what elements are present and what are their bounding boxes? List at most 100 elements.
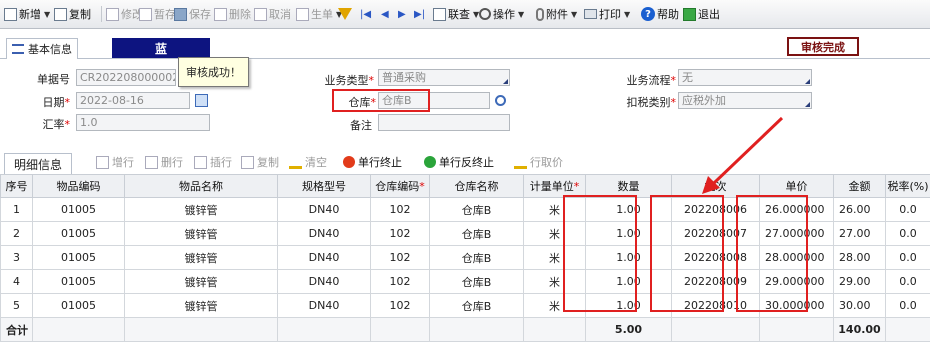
insert-row-button[interactable]: 插行 bbox=[194, 154, 232, 170]
col-header[interactable]: 计量单位* bbox=[524, 175, 586, 198]
first-record-button[interactable]: |◀ bbox=[360, 5, 371, 23]
help-button[interactable]: ?帮助 bbox=[641, 5, 679, 23]
exit-button[interactable]: 退出 bbox=[683, 5, 720, 23]
delete-button[interactable]: 删除 bbox=[214, 5, 251, 23]
save-button[interactable]: 保存 bbox=[174, 5, 211, 23]
col-header[interactable]: 规格型号 bbox=[278, 175, 371, 198]
cell-item-code[interactable]: 01005 bbox=[33, 294, 125, 318]
cell-warehouse-code[interactable]: 102 bbox=[371, 294, 430, 318]
cell-quantity[interactable]: 1.00 bbox=[586, 294, 672, 318]
cell-amount[interactable]: 29.00 bbox=[834, 270, 886, 294]
copy-row-button[interactable]: 复制 bbox=[241, 154, 279, 170]
col-header[interactable]: 序号 bbox=[1, 175, 33, 198]
fetch-price-button[interactable]: 行取价 bbox=[514, 154, 563, 170]
cell-tax-rate[interactable]: 0.0 bbox=[886, 246, 930, 270]
cell-amount[interactable]: 30.00 bbox=[834, 294, 886, 318]
cell-batch[interactable]: 202208008 bbox=[672, 246, 760, 270]
cell-item-name[interactable]: 镀锌管 bbox=[125, 294, 278, 318]
cell-tax-rate[interactable]: 0.0 bbox=[886, 198, 930, 222]
table-row[interactable]: 501005镀锌管DN40102仓库B米1.0020220801030.0000… bbox=[1, 294, 930, 318]
cell-row-no[interactable]: 2 bbox=[1, 222, 33, 246]
cell-batch[interactable]: 202208007 bbox=[672, 222, 760, 246]
cell-unit-price[interactable]: 30.000000 bbox=[760, 294, 834, 318]
print-button[interactable]: 打印▼ bbox=[584, 5, 630, 23]
cell-batch[interactable]: 202208006 bbox=[672, 198, 760, 222]
cell-row-no[interactable]: 5 bbox=[1, 294, 33, 318]
flow-select[interactable]: 无 bbox=[678, 69, 812, 86]
cell-warehouse-code[interactable]: 102 bbox=[371, 222, 430, 246]
table-row[interactable]: 301005镀锌管DN40102仓库B米1.0020220800828.0000… bbox=[1, 246, 930, 270]
cell-warehouse-code[interactable]: 102 bbox=[371, 270, 430, 294]
tab-basic-info[interactable]: 基本信息 bbox=[6, 38, 78, 59]
add-row-button[interactable]: 增行 bbox=[96, 154, 134, 170]
new-button[interactable]: 新增▼ bbox=[4, 5, 50, 23]
cell-spec[interactable]: DN40 bbox=[278, 222, 371, 246]
col-header[interactable]: 单价 bbox=[760, 175, 834, 198]
cell-warehouse-code[interactable]: 102 bbox=[371, 246, 430, 270]
cell-item-name[interactable]: 镀锌管 bbox=[125, 198, 278, 222]
col-header[interactable]: 仓库名称 bbox=[430, 175, 524, 198]
modify-button[interactable]: 修改 bbox=[106, 5, 143, 23]
rate-field[interactable]: 1.0 bbox=[76, 114, 210, 131]
cell-amount[interactable]: 27.00 bbox=[834, 222, 886, 246]
col-header[interactable]: 仓库编码* bbox=[371, 175, 430, 198]
cell-item-code[interactable]: 01005 bbox=[33, 270, 125, 294]
cell-item-code[interactable]: 01005 bbox=[33, 246, 125, 270]
col-header[interactable]: 批次 bbox=[672, 175, 760, 198]
terminate-row-button[interactable]: 单行终止 bbox=[343, 154, 402, 170]
cell-batch[interactable]: 202208009 bbox=[672, 270, 760, 294]
cell-item-name[interactable]: 镀锌管 bbox=[125, 246, 278, 270]
cell-unit[interactable]: 米 bbox=[524, 246, 586, 270]
cell-amount[interactable]: 28.00 bbox=[834, 246, 886, 270]
cell-unit[interactable]: 米 bbox=[524, 222, 586, 246]
cell-warehouse-name[interactable]: 仓库B bbox=[430, 270, 524, 294]
cell-tax-rate[interactable]: 0.0 bbox=[886, 222, 930, 246]
search-icon[interactable] bbox=[494, 94, 507, 107]
remark-field[interactable] bbox=[378, 114, 510, 131]
cell-unit-price[interactable]: 26.000000 bbox=[760, 198, 834, 222]
cell-row-no[interactable]: 1 bbox=[1, 198, 33, 222]
cell-quantity[interactable]: 1.00 bbox=[586, 270, 672, 294]
tab-color-blue[interactable]: 蓝 bbox=[112, 38, 210, 58]
attachment-button[interactable]: 附件▼ bbox=[536, 5, 577, 23]
cell-amount[interactable]: 26.00 bbox=[834, 198, 886, 222]
cell-tax-rate[interactable]: 0.0 bbox=[886, 294, 930, 318]
cell-batch[interactable]: 202208010 bbox=[672, 294, 760, 318]
last-record-button[interactable]: ▶| bbox=[414, 5, 425, 23]
cell-unit[interactable]: 米 bbox=[524, 198, 586, 222]
cell-unit[interactable]: 米 bbox=[524, 294, 586, 318]
col-header[interactable]: 物品名称 bbox=[125, 175, 278, 198]
copy-button[interactable]: 复制 bbox=[54, 5, 91, 23]
col-header[interactable]: 税率(%) bbox=[886, 175, 930, 198]
tab-detail-info[interactable]: 明细信息 bbox=[4, 153, 72, 175]
next-record-button[interactable]: ▶ bbox=[398, 5, 406, 23]
cell-unit-price[interactable]: 29.000000 bbox=[760, 270, 834, 294]
filter-button[interactable] bbox=[338, 5, 352, 23]
cell-item-name[interactable]: 镀锌管 bbox=[125, 222, 278, 246]
col-header[interactable]: 数量 bbox=[586, 175, 672, 198]
cell-item-name[interactable]: 镀锌管 bbox=[125, 270, 278, 294]
cell-spec[interactable]: DN40 bbox=[278, 294, 371, 318]
cell-warehouse-name[interactable]: 仓库B bbox=[430, 246, 524, 270]
calendar-icon[interactable] bbox=[195, 94, 208, 107]
cell-warehouse-code[interactable]: 102 bbox=[371, 198, 430, 222]
delete-row-button[interactable]: 删行 bbox=[145, 154, 183, 170]
cell-spec[interactable]: DN40 bbox=[278, 270, 371, 294]
biz-type-select[interactable]: 普通采购 bbox=[378, 69, 510, 86]
cell-spec[interactable]: DN40 bbox=[278, 246, 371, 270]
cell-warehouse-name[interactable]: 仓库B bbox=[430, 198, 524, 222]
cell-warehouse-name[interactable]: 仓库B bbox=[430, 294, 524, 318]
clear-button[interactable]: 清空 bbox=[289, 154, 327, 170]
cell-warehouse-name[interactable]: 仓库B bbox=[430, 222, 524, 246]
cell-quantity[interactable]: 1.00 bbox=[586, 246, 672, 270]
table-row[interactable]: 101005镀锌管DN40102仓库B米1.0020220800626.0000… bbox=[1, 198, 930, 222]
cell-row-no[interactable]: 3 bbox=[1, 246, 33, 270]
cell-tax-rate[interactable]: 0.0 bbox=[886, 270, 930, 294]
cancel-button[interactable]: 取消 bbox=[254, 5, 291, 23]
cell-quantity[interactable]: 1.00 bbox=[586, 198, 672, 222]
col-header[interactable]: 金额 bbox=[834, 175, 886, 198]
save-draft-button[interactable]: 暂存 bbox=[139, 5, 176, 23]
operate-button[interactable]: 操作▼ bbox=[479, 5, 524, 23]
cell-unit-price[interactable]: 27.000000 bbox=[760, 222, 834, 246]
cell-quantity[interactable]: 1.00 bbox=[586, 222, 672, 246]
